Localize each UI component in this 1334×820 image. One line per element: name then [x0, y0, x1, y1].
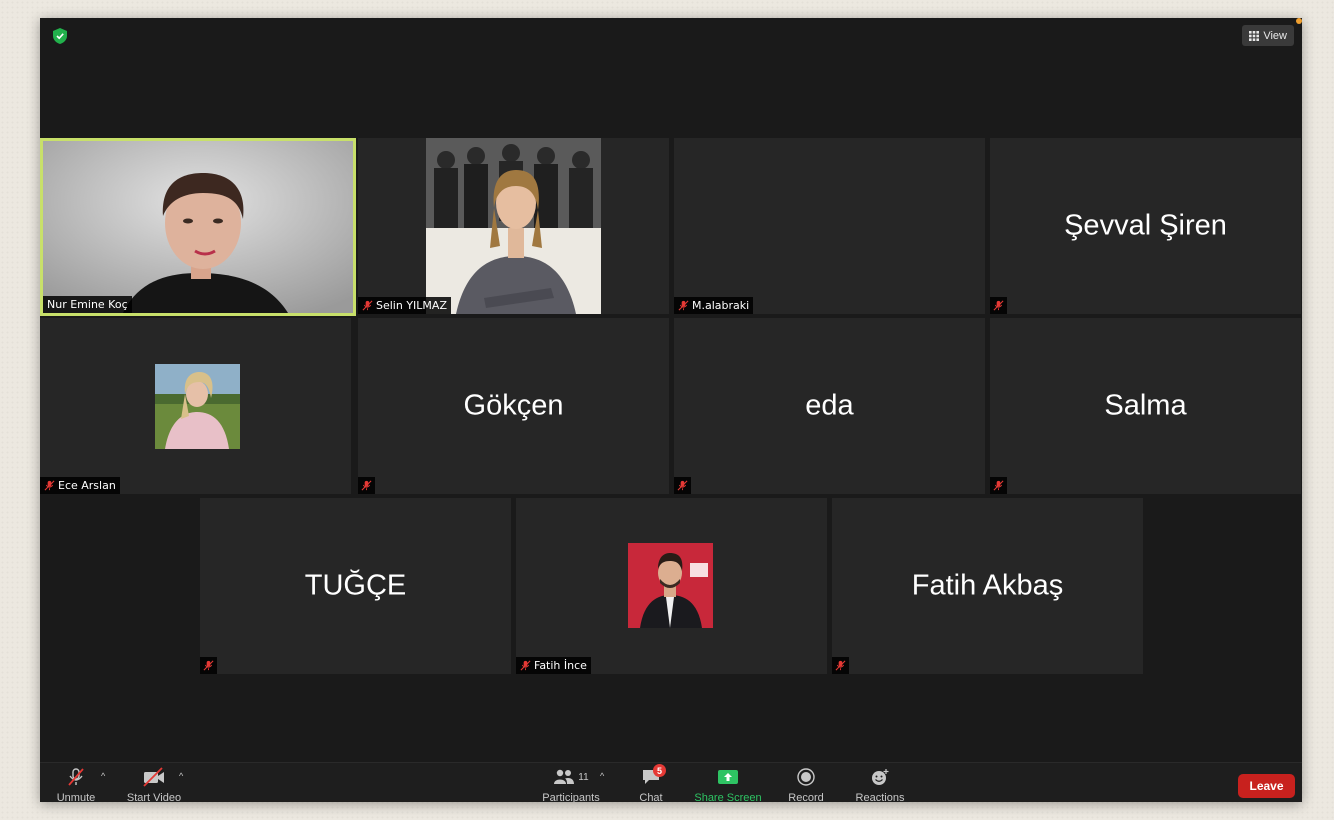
video-tile-nur-emine-koc[interactable]: Nur Emine Koç [40, 138, 356, 316]
participant-display-name: Fatih Akbaş [911, 569, 1064, 602]
muted-mic-icon [520, 660, 531, 671]
unmute-button[interactable]: Unmute [56, 766, 96, 802]
chat-unread-badge: 5 [653, 764, 666, 777]
reactions-label: Reactions [855, 792, 905, 802]
video-tile-fatih-akbas[interactable]: Fatih Akbaş [832, 498, 1143, 674]
participant-name-tag: Nur Emine Koç [43, 296, 132, 313]
participant-display-name: Gökçen [463, 389, 564, 422]
participants-count: 11 [578, 771, 589, 783]
mute-indicator [358, 477, 375, 494]
reactions-smiley-icon [872, 769, 889, 785]
video-tile-selin-yilmaz[interactable]: Selin YILMAZ [358, 138, 669, 314]
muted-mic-icon [677, 480, 688, 491]
participants-label: Participants [542, 792, 600, 802]
leave-button[interactable]: Leave [1238, 774, 1295, 798]
mute-indicator [674, 477, 691, 494]
notification-dot [1296, 18, 1302, 24]
participant-display-name: eda [805, 389, 854, 422]
video-tile-ece-arslan[interactable]: Ece Arslan [40, 318, 351, 494]
video-off-icon [143, 767, 164, 787]
share-screen-button[interactable]: Share Screen [692, 766, 764, 802]
muted-mic-icon [678, 300, 689, 311]
zoom-meeting-window: View Nur Emine Koç Selin YILMAZ M.alabra… [40, 18, 1302, 802]
video-tile-salma[interactable]: Salma [990, 318, 1301, 494]
video-tile-m-alabraki[interactable]: M.alabraki [674, 138, 985, 314]
meeting-toolbar: Unmute ^ Start Video ^ 11 Participants ^… [40, 762, 1302, 802]
view-button[interactable]: View [1242, 25, 1294, 46]
start-video-button[interactable]: Start Video [126, 766, 182, 802]
unmute-label: Unmute [56, 792, 96, 802]
participant-name-tag: Selin YILMAZ [358, 297, 451, 314]
participant-name: Selin YILMAZ [376, 299, 447, 312]
mute-indicator [990, 477, 1007, 494]
participant-photo [426, 138, 601, 314]
participant-display-name: Salma [1104, 389, 1187, 422]
participants-options-caret-icon[interactable]: ^ [600, 771, 604, 781]
muted-mic-icon [362, 300, 373, 311]
participant-name: Ece Arslan [58, 479, 116, 492]
chat-label: Chat [639, 792, 663, 802]
participants-icon [554, 769, 575, 784]
video-tile-sevval-siren[interactable]: Şevval Şiren [990, 138, 1301, 314]
chat-button[interactable]: 5 Chat [636, 764, 666, 802]
participant-display-name: Şevval Şiren [1064, 209, 1227, 242]
muted-mic-icon [44, 480, 55, 491]
muted-mic-icon [835, 660, 846, 671]
start-video-label: Start Video [126, 792, 182, 802]
participant-display-name: TUĞÇE [304, 569, 407, 602]
participant-name: Nur Emine Koç [47, 298, 128, 311]
participant-name-tag: Fatih İnce [516, 657, 591, 674]
participant-name: Fatih İnce [534, 659, 587, 672]
muted-mic-icon [993, 300, 1004, 311]
audio-options-caret-icon[interactable]: ^ [101, 771, 105, 781]
participant-photo [155, 364, 240, 449]
muted-mic-icon [993, 480, 1004, 491]
view-label: View [1263, 29, 1287, 42]
video-tile-eda[interactable]: eda [674, 318, 985, 494]
share-screen-icon [718, 770, 738, 784]
reactions-button[interactable]: Reactions [852, 766, 908, 802]
participant-name: M.alabraki [692, 299, 750, 312]
participants-button[interactable]: 11 Participants [536, 766, 606, 802]
video-tile-fatih-ince[interactable]: Fatih İnce [516, 498, 827, 674]
share-screen-label: Share Screen [694, 792, 762, 802]
video-tile-gokcen[interactable]: Gökçen [358, 318, 669, 494]
participant-photo [628, 543, 713, 628]
record-icon [797, 768, 815, 786]
mute-indicator [990, 297, 1007, 314]
participant-name-tag: Ece Arslan [40, 477, 120, 494]
gallery-view: View Nur Emine Koç Selin YILMAZ M.alabra… [40, 18, 1302, 762]
participant-name-tag: M.alabraki [674, 297, 754, 314]
mute-indicator [832, 657, 849, 674]
record-button[interactable]: Record [786, 766, 826, 802]
participant-video [43, 141, 353, 313]
muted-mic-icon [361, 480, 372, 491]
record-label: Record [788, 792, 824, 802]
video-options-caret-icon[interactable]: ^ [179, 771, 183, 781]
muted-microphone-icon [68, 768, 84, 786]
encryption-shield-icon[interactable] [53, 28, 67, 44]
muted-mic-icon [203, 660, 214, 671]
mute-indicator [200, 657, 217, 674]
grid-icon [1249, 30, 1260, 41]
video-tile-tugce[interactable]: TUĞÇE [200, 498, 511, 674]
